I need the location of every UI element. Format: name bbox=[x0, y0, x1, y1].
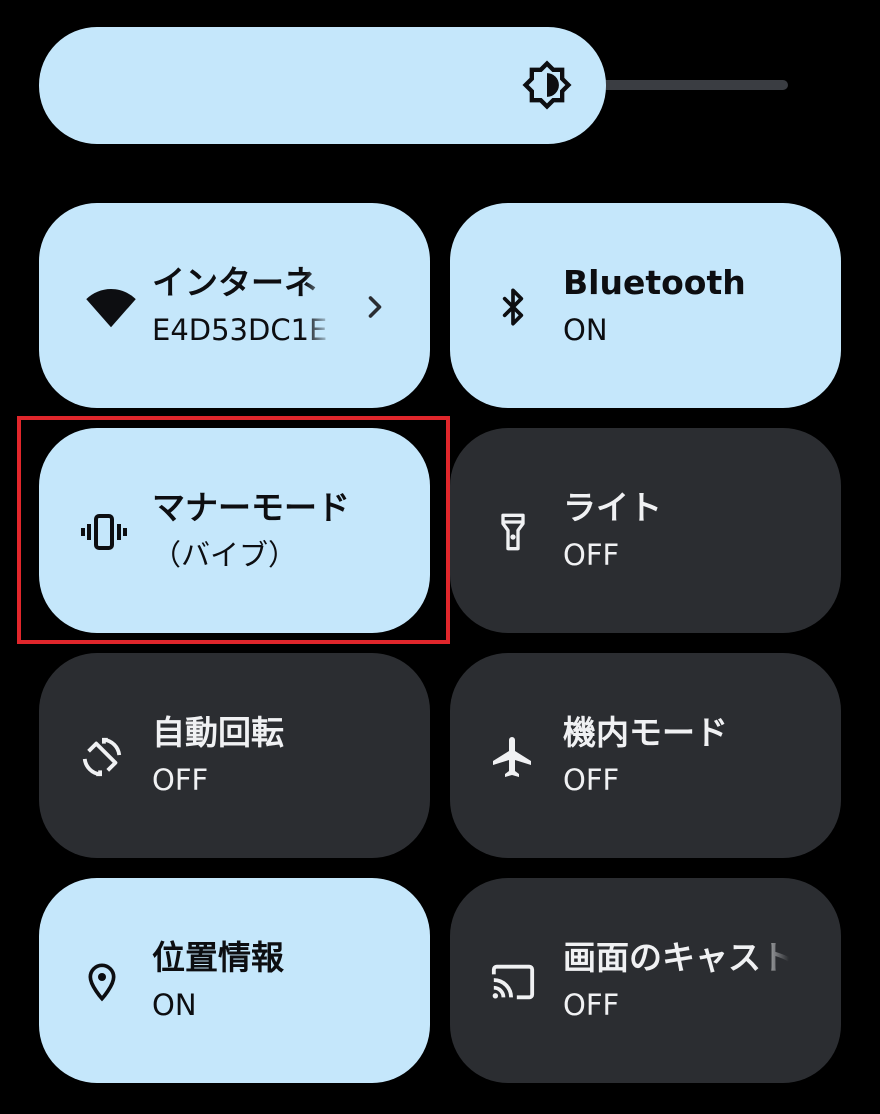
tile-bluetooth[interactable]: Bluetooth ON bbox=[450, 203, 841, 408]
tile-auto-rotate[interactable]: 自動回転 OFF bbox=[39, 653, 430, 858]
airplane-icon bbox=[483, 727, 543, 787]
tile-location[interactable]: 位置情報 ON bbox=[39, 878, 430, 1083]
tile-subtitle: OFF bbox=[563, 988, 620, 1022]
tile-subtitle: ON bbox=[563, 313, 608, 347]
tile-subtitle: OFF bbox=[563, 538, 620, 572]
tile-title: 機内モード bbox=[563, 713, 728, 752]
brightness-slider-track[interactable] bbox=[590, 80, 788, 90]
flashlight-icon bbox=[483, 502, 543, 562]
brightness-auto-icon bbox=[521, 59, 573, 111]
tile-title: Bluetooth bbox=[563, 263, 746, 302]
tile-subtitle: ON bbox=[152, 988, 197, 1022]
cast-icon bbox=[483, 952, 543, 1012]
tile-airplane-mode[interactable]: 機内モード OFF bbox=[450, 653, 841, 858]
location-icon bbox=[72, 952, 132, 1012]
tile-subtitle: E4D53DC1E bbox=[152, 313, 328, 347]
tile-title: インターネ bbox=[152, 263, 317, 302]
tile-screen-cast[interactable]: 画面のキャスト OFF bbox=[450, 878, 841, 1083]
highlight-box bbox=[17, 416, 450, 644]
tile-flashlight[interactable]: ライト OFF bbox=[450, 428, 841, 633]
tile-title: 位置情報 bbox=[152, 938, 284, 977]
tile-subtitle: OFF bbox=[563, 763, 620, 797]
chevron-right-icon[interactable] bbox=[357, 289, 393, 325]
tile-subtitle: OFF bbox=[152, 763, 209, 797]
tile-title: 画面のキャスト bbox=[563, 938, 789, 977]
wifi-icon bbox=[81, 277, 141, 337]
tile-title: 自動回転 bbox=[152, 713, 284, 752]
auto-rotate-icon bbox=[72, 727, 132, 787]
tile-internet[interactable]: インターネ E4D53DC1E bbox=[39, 203, 430, 408]
bluetooth-icon bbox=[483, 277, 543, 337]
tile-title: ライト bbox=[563, 488, 662, 527]
